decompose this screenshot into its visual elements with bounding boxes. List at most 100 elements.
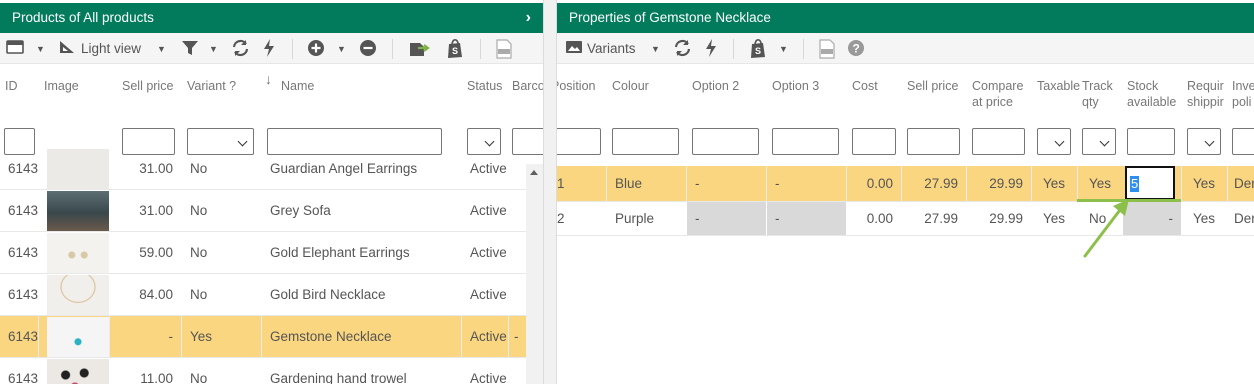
table-row[interactable]: 2 Purple - - 0.00 27.99 29.99 Yes No - Y… (557, 202, 1254, 236)
row-status: Active (470, 371, 507, 384)
row-status: Active (470, 203, 507, 218)
light-view-label[interactable]: Light view (81, 39, 141, 59)
column-option-2[interactable]: Option 2 (692, 78, 739, 94)
table-view-icon[interactable] (6, 39, 24, 59)
row-barcode: - (514, 329, 519, 344)
sell-price-filter-input[interactable] (907, 128, 960, 155)
table-row[interactable]: 6143 11.00 No Gardening hand trowel Acti… (0, 358, 526, 384)
option-3-filter-input[interactable] (772, 128, 839, 155)
stock-filter-input[interactable] (1127, 128, 1175, 155)
svg-text:?: ? (853, 42, 860, 56)
taxable-filter-select[interactable] (1037, 128, 1071, 155)
row-name: Gold Bird Necklace (270, 287, 386, 302)
column-inventory-policy[interactable]: Inve poli (1232, 78, 1254, 110)
table-row[interactable]: 6143 84.00 No Gold Bird Necklace Active (0, 274, 526, 316)
table-row-selected[interactable]: 6143 - Yes Gemstone Necklace Active - (0, 316, 526, 358)
row-requires-shipping: Yes (1192, 211, 1216, 226)
row-option-2: - (695, 176, 700, 191)
stock-label-line2: available (1127, 95, 1177, 109)
csv-icon[interactable] (496, 39, 512, 59)
image-view-icon[interactable] (565, 39, 583, 59)
collapse-chevron-icon[interactable]: › (526, 3, 531, 33)
row-status: Active (470, 245, 507, 260)
requires-label-line1: Requir (1187, 79, 1224, 93)
column-variant[interactable]: Variant ? (187, 78, 236, 94)
column-stock-available[interactable]: Stock available (1127, 78, 1176, 110)
export-icon[interactable] (408, 39, 430, 59)
row-position: 2 (557, 211, 565, 226)
column-image[interactable]: Image (44, 78, 79, 94)
panel-divider[interactable] (543, 0, 557, 384)
light-view-caret-icon[interactable]: ▼ (157, 39, 166, 59)
csv-icon[interactable] (819, 39, 835, 59)
add-caret-icon[interactable]: ▼ (337, 39, 346, 59)
column-requires-shipping[interactable]: Requir shippir (1187, 78, 1227, 110)
column-cost[interactable]: Cost (852, 78, 878, 94)
lightning-icon[interactable] (705, 39, 717, 59)
column-id[interactable]: ID (5, 78, 18, 94)
row-inventory-policy: Der (1234, 176, 1254, 191)
filter-caret-icon[interactable]: ▼ (209, 39, 218, 59)
column-status[interactable]: Status (467, 78, 502, 94)
row-name: Gold Elephant Earrings (270, 245, 410, 260)
column-barcode[interactable]: Barco (512, 78, 543, 94)
products-toolbar: ▼ Light view ▼ ▼ ▼ S (0, 33, 543, 64)
products-scrollbar[interactable] (526, 164, 543, 384)
table-row[interactable]: 6143 59.00 No Gold Elephant Earrings Act… (0, 232, 526, 274)
lightning-icon[interactable] (263, 39, 275, 59)
option-2-filter-input[interactable] (692, 128, 759, 155)
column-sell-price[interactable]: Sell price (122, 78, 173, 94)
product-thumbnail (47, 233, 109, 273)
svg-text:S: S (452, 46, 458, 56)
shopify-icon[interactable]: S (446, 39, 464, 59)
row-sell-price: 27.99 (924, 176, 958, 191)
column-colour[interactable]: Colour (612, 78, 649, 94)
filter-icon[interactable] (181, 39, 199, 59)
table-row[interactable]: 6143 31.00 No Grey Sofa Active (0, 190, 526, 232)
inventory-filter-input[interactable] (1232, 128, 1254, 155)
compare-filter-input[interactable] (972, 128, 1025, 155)
properties-panel-title: Properties of Gemstone Necklace (569, 10, 771, 25)
sort-descending-icon: ↓ (265, 71, 272, 87)
table-row-selected[interactable]: 1 Blue - - 0.00 27.99 29.99 Yes Yes 5 Ye… (557, 166, 1254, 202)
tree-view-icon[interactable] (58, 39, 76, 59)
remove-icon[interactable] (359, 39, 377, 59)
scroll-up-icon[interactable] (530, 170, 538, 175)
column-position[interactable]: Position (557, 78, 595, 94)
column-track-qty[interactable]: Track qty (1082, 78, 1113, 110)
column-sell-price[interactable]: Sell price (907, 78, 958, 94)
requires-shipping-filter-select[interactable] (1187, 128, 1221, 155)
row-variant: No (190, 245, 208, 260)
colour-filter-input[interactable] (612, 128, 679, 155)
add-icon[interactable] (307, 39, 325, 59)
shopify-icon[interactable]: S (749, 39, 767, 59)
row-sell-price: 31.00 (139, 161, 173, 176)
row-sell-price: 27.99 (924, 211, 958, 226)
shopify-caret-icon[interactable]: ▼ (779, 39, 788, 59)
row-taxable: Yes (1042, 176, 1066, 191)
product-thumbnail (47, 191, 109, 231)
row-colour: Purple (615, 211, 655, 226)
column-option-3[interactable]: Option 3 (772, 78, 819, 94)
row-compare-price: 29.99 (989, 211, 1023, 226)
refresh-icon[interactable] (673, 39, 692, 59)
variants-caret-icon[interactable]: ▼ (651, 39, 660, 59)
position-filter-input[interactable] (557, 128, 601, 155)
column-name[interactable]: Name (281, 78, 314, 94)
row-compare-price: 29.99 (989, 176, 1023, 191)
stock-available-editor[interactable]: 5 (1125, 166, 1175, 200)
column-compare-at-price[interactable]: Compare at price (972, 78, 1023, 110)
column-taxable[interactable]: Taxable (1037, 78, 1081, 94)
stock-label-line1: Stock (1127, 79, 1159, 93)
row-name: Gardening hand trowel (270, 371, 407, 384)
table-row[interactable]: 6143 31.00 No Guardian Angel Earrings Ac… (0, 148, 526, 190)
view-dropdown-caret-icon[interactable]: ▼ (36, 39, 45, 59)
variants-view-label[interactable]: Variants (587, 39, 636, 59)
cost-filter-input[interactable] (852, 128, 896, 155)
inventory-label-line1: Inve (1232, 79, 1254, 93)
track-qty-filter-select[interactable] (1082, 128, 1116, 155)
help-icon[interactable]: ? (847, 39, 865, 59)
row-option-3: - (775, 176, 780, 191)
row-status: Active (470, 329, 507, 344)
refresh-icon[interactable] (231, 39, 250, 59)
